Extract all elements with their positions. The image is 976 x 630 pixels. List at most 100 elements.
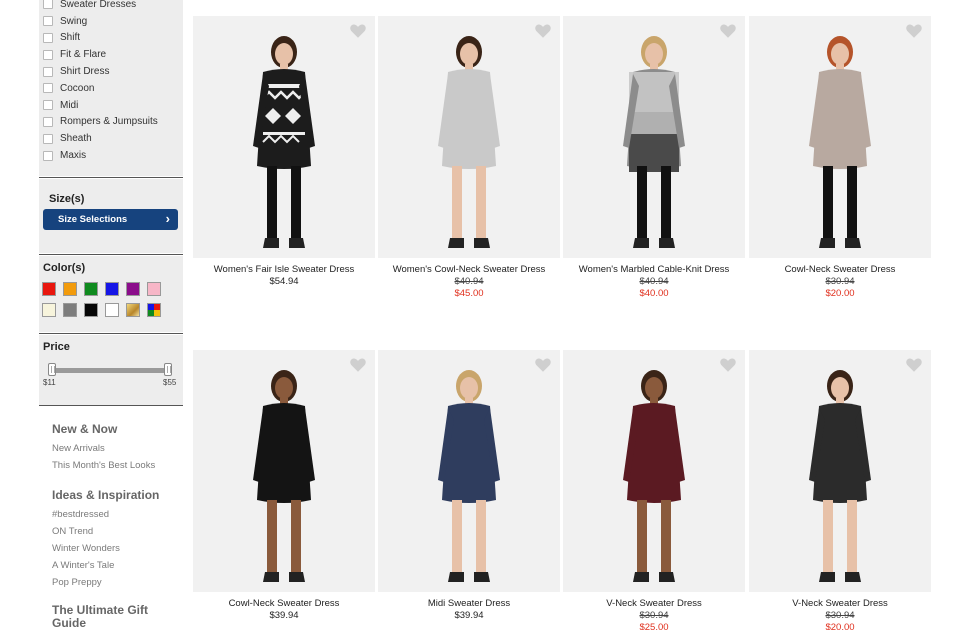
product-card[interactable]: Midi Sweater Dress $39.94 — [378, 350, 560, 622]
style-filter-item[interactable]: Swing — [43, 13, 158, 30]
nav-link-best-looks[interactable]: This Month's Best Looks — [52, 457, 155, 474]
style-filter-item[interactable]: Rompers & Jumpsuits — [43, 114, 158, 131]
style-filter-item[interactable]: Cocoon — [43, 80, 158, 97]
product-card[interactable]: Women's Cowl-Neck Sweater Dress $40.94 $… — [378, 16, 560, 299]
product-name[interactable]: Cowl-Neck Sweater Dress — [749, 264, 931, 276]
color-swatch-metallic[interactable] — [126, 303, 140, 317]
checkbox[interactable] — [43, 133, 53, 144]
product-name[interactable]: Cowl-Neck Sweater Dress — [193, 598, 375, 610]
heart-icon[interactable] — [534, 356, 552, 374]
style-filter-item[interactable]: Midi — [43, 97, 158, 114]
model-figure — [438, 36, 500, 248]
checkbox[interactable] — [43, 100, 53, 111]
color-filter-panel: Color(s) — [39, 256, 183, 332]
product-image[interactable] — [378, 16, 560, 258]
model-figure — [253, 370, 315, 582]
color-swatch-multi[interactable] — [147, 303, 161, 317]
chevron-right-icon: › — [165, 211, 170, 226]
product-sale-price: $45.00 — [454, 288, 484, 299]
style-filter-item[interactable]: Fit & Flare — [43, 46, 158, 63]
nav-link-winter-wonders[interactable]: Winter Wonders — [52, 540, 159, 557]
nav-link-bestdressed[interactable]: #bestdressed — [52, 506, 159, 523]
product-card[interactable]: Women's Marbled Cable-Knit Dress $40.94 … — [563, 16, 745, 299]
heart-icon[interactable] — [905, 22, 923, 40]
checkbox[interactable] — [43, 116, 53, 127]
checkbox[interactable] — [43, 49, 53, 60]
model-figure — [438, 370, 500, 582]
price-slider-min-handle[interactable] — [48, 363, 56, 376]
product-card[interactable]: V-Neck Sweater Dress $30.94 $20.00 — [749, 350, 931, 630]
checkbox[interactable] — [43, 32, 53, 43]
price-slider-track[interactable] — [49, 368, 169, 373]
style-filter-label: Midi — [60, 99, 79, 111]
product-name[interactable]: Women's Cowl-Neck Sweater Dress — [378, 264, 560, 276]
color-swatch-red[interactable] — [42, 282, 56, 296]
color-swatch-black[interactable] — [84, 303, 98, 317]
style-filter-item[interactable]: Shift — [43, 30, 158, 47]
heart-icon[interactable] — [349, 356, 367, 374]
product-card[interactable]: Women's Fair Isle Sweater Dress $54.94 — [193, 16, 375, 288]
product-name[interactable]: Midi Sweater Dress — [378, 598, 560, 610]
nav-group-ideas: Ideas & Inspiration #bestdressed ON Tren… — [52, 488, 159, 591]
product-price: $39.94 — [454, 610, 484, 621]
color-swatch-blue[interactable] — [105, 282, 119, 296]
nav-link-on-trend[interactable]: ON Trend — [52, 523, 159, 540]
style-filter-item[interactable]: Shirt Dress — [43, 63, 158, 80]
nav-heading: New & Now — [52, 422, 118, 436]
divider — [39, 405, 183, 406]
heart-icon[interactable] — [534, 22, 552, 40]
nav-group-gift-guide[interactable]: The Ultimate Gift Guide — [52, 604, 162, 630]
heart-icon[interactable] — [905, 356, 923, 374]
product-price: $54.94 — [269, 276, 299, 287]
checkbox[interactable] — [43, 66, 53, 77]
size-selections-button[interactable]: Size Selections › — [43, 209, 178, 230]
size-selections-label: Size Selections — [58, 214, 128, 225]
style-filter-item[interactable]: Sheath — [43, 130, 158, 147]
color-swatch-cream[interactable] — [42, 303, 56, 317]
color-swatch-pink[interactable] — [147, 282, 161, 296]
nav-heading: Ideas & Inspiration — [52, 488, 160, 502]
product-name[interactable]: Women's Marbled Cable-Knit Dress — [563, 264, 745, 276]
divider — [39, 254, 183, 255]
checkbox[interactable] — [43, 16, 53, 27]
color-swatch-gray[interactable] — [63, 303, 77, 317]
heart-icon[interactable] — [349, 22, 367, 40]
nav-heading[interactable]: The Ultimate Gift Guide — [52, 604, 162, 630]
product-name[interactable]: Women's Fair Isle Sweater Dress — [193, 264, 375, 276]
style-filter-label: Rompers & Jumpsuits — [60, 116, 158, 128]
product-image[interactable] — [193, 16, 375, 258]
product-card[interactable]: Cowl-Neck Sweater Dress $39.94 — [193, 350, 375, 622]
heart-icon[interactable] — [719, 356, 737, 374]
heart-icon[interactable] — [719, 22, 737, 40]
nav-link-new-arrivals[interactable]: New Arrivals — [52, 440, 155, 457]
product-card[interactable]: Cowl-Neck Sweater Dress $30.94 $20.00 — [749, 16, 931, 299]
product-image[interactable] — [749, 350, 931, 592]
price-slider-max-handle[interactable] — [164, 363, 172, 376]
product-name[interactable]: V-Neck Sweater Dress — [749, 598, 931, 610]
color-swatch-purple[interactable] — [126, 282, 140, 296]
style-filter-item[interactable]: Maxis — [43, 147, 158, 164]
product-original-price: $30.94 — [825, 610, 855, 621]
product-original-price: $40.94 — [639, 276, 669, 287]
color-swatch-green[interactable] — [84, 282, 98, 296]
price-min-label: $11 — [43, 378, 56, 387]
product-image[interactable] — [563, 350, 745, 592]
color-swatch-orange[interactable] — [63, 282, 77, 296]
checkbox[interactable] — [43, 83, 53, 94]
style-filter-item[interactable]: Sweater Dresses — [43, 0, 158, 13]
price-filter-panel: Price $11 $55 — [39, 335, 183, 405]
product-image[interactable] — [563, 16, 745, 258]
checkbox[interactable] — [43, 0, 53, 10]
product-image[interactable] — [378, 350, 560, 592]
nav-link-pop-preppy[interactable]: Pop Preppy — [52, 574, 159, 591]
product-image[interactable] — [193, 350, 375, 592]
product-image[interactable] — [749, 16, 931, 258]
product-name[interactable]: V-Neck Sweater Dress — [563, 598, 745, 610]
product-original-price: $30.94 — [639, 610, 669, 621]
color-swatch-white[interactable] — [105, 303, 119, 317]
model-figure — [809, 36, 871, 248]
style-filter-list: Sweater Dresses Swing Shift Fit & Flare … — [43, 0, 158, 164]
product-card[interactable]: V-Neck Sweater Dress $30.94 $25.00 — [563, 350, 745, 630]
checkbox[interactable] — [43, 150, 53, 161]
nav-link-winters-tale[interactable]: A Winter's Tale — [52, 557, 159, 574]
